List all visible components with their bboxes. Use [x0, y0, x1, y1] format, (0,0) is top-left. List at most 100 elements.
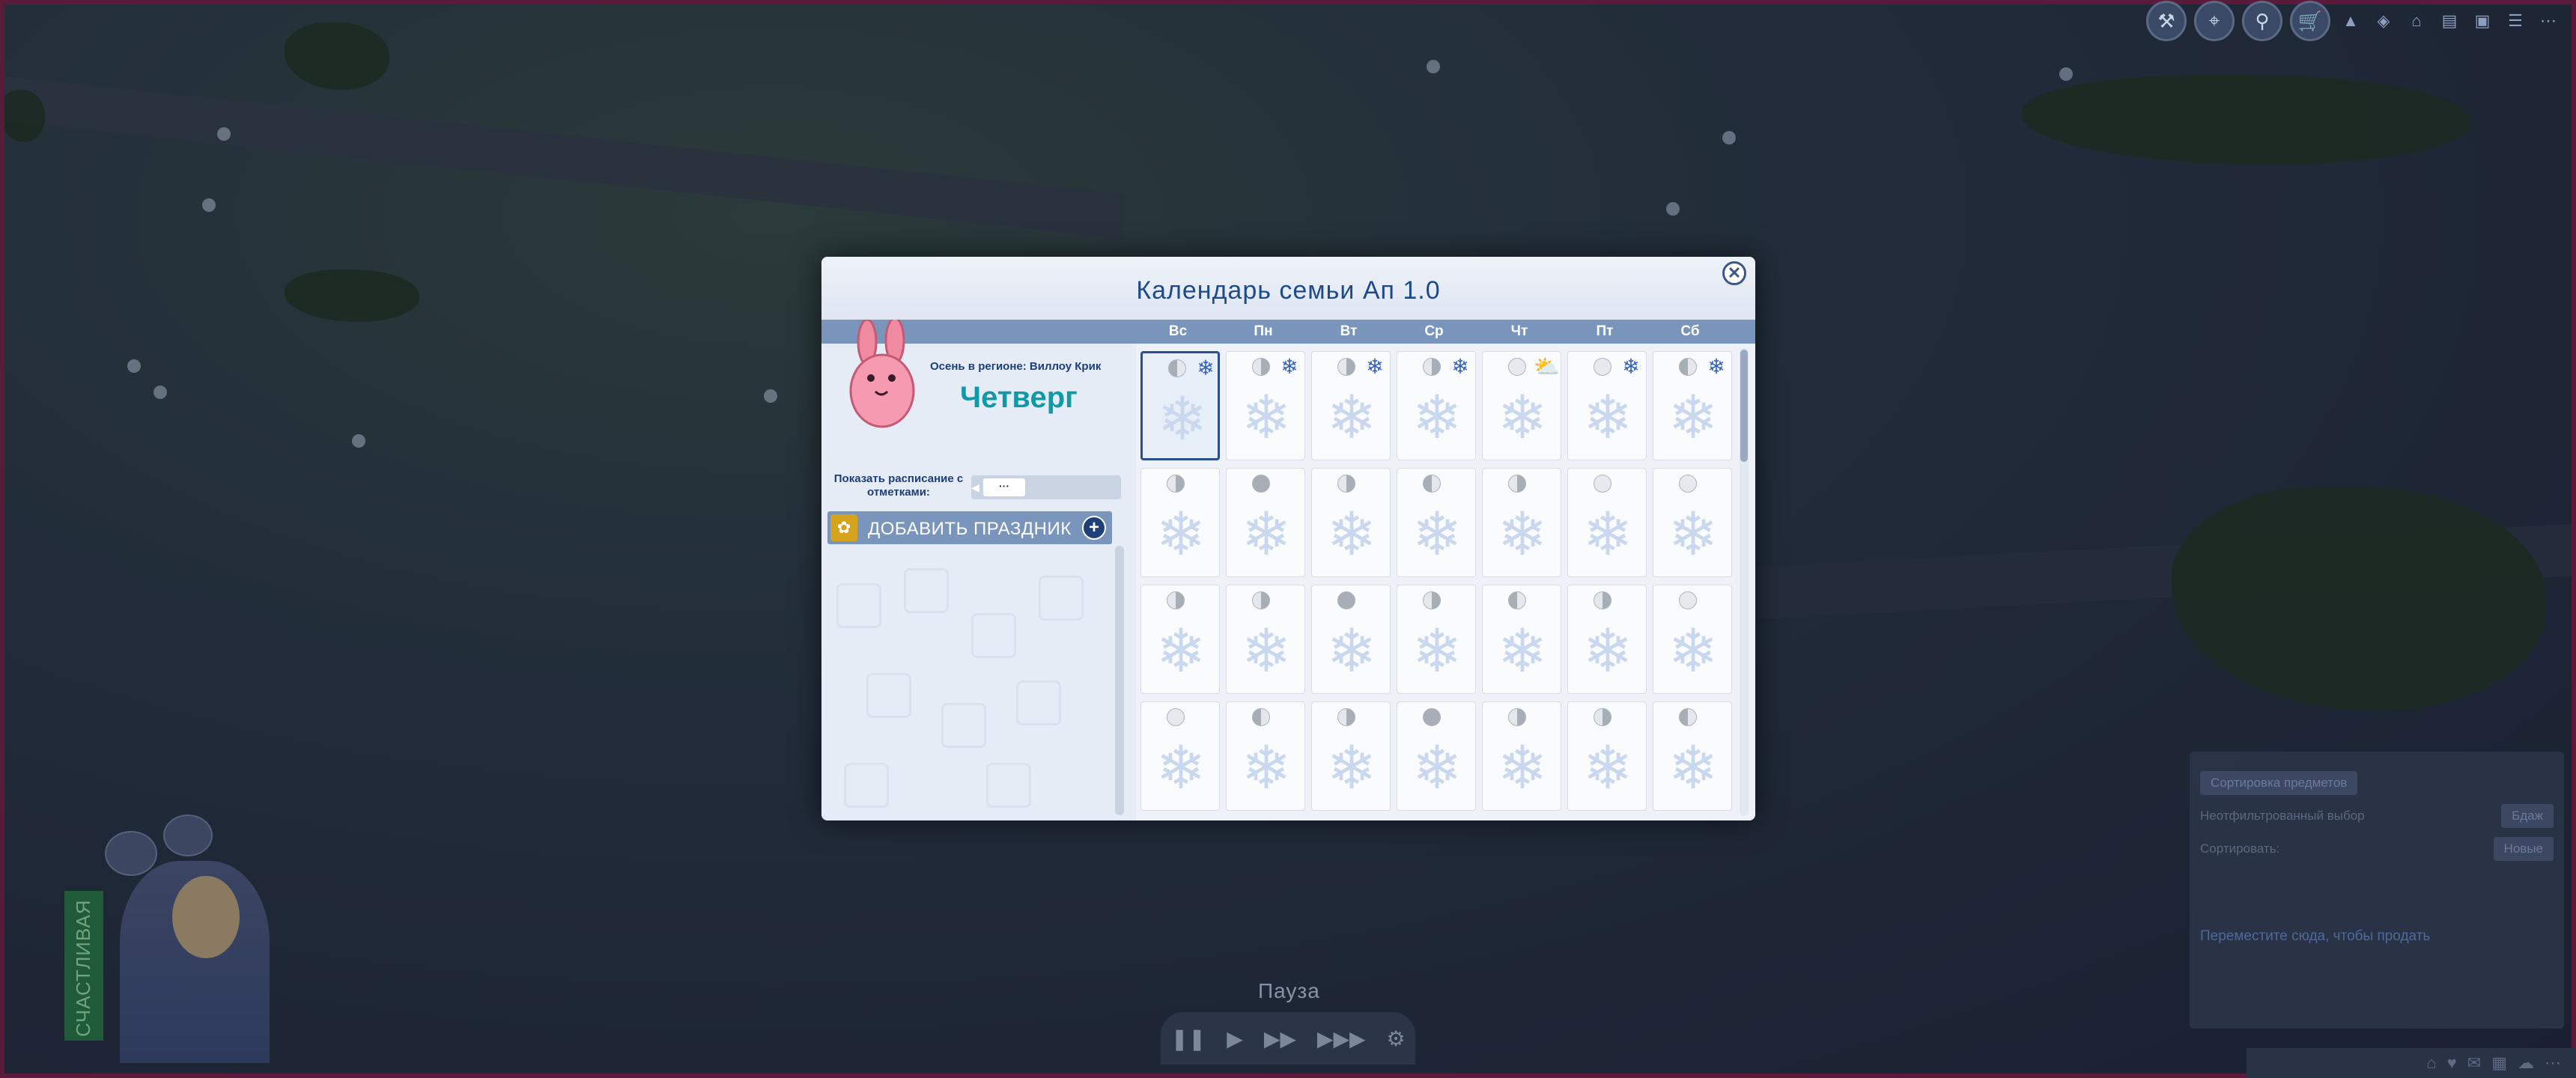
more-options-icon[interactable]: ⋯: [2536, 8, 2561, 34]
snowflake-background-icon: ❄: [1412, 501, 1462, 567]
calendar-day-cell[interactable]: ❄: [1482, 701, 1561, 811]
menu-icon[interactable]: ⋯: [2545, 1053, 2561, 1073]
calendar-day-cell[interactable]: ❄ ❄: [1226, 351, 1305, 460]
moon-phase-icon: [1423, 591, 1441, 609]
snowflake-background-icon: ❄: [1582, 384, 1633, 451]
calendar-day-cell[interactable]: ❄ ⛅: [1482, 351, 1561, 460]
thought-bubble-small-icon: [163, 814, 213, 856]
calendar-day-cell[interactable]: ❄: [1311, 701, 1391, 811]
calendar-day-cell[interactable]: ❄: [1567, 701, 1647, 811]
dialog-title: Календарь семьи Ап 1.0: [1136, 276, 1441, 305]
snow-weather-icon[interactable]: ❄: [1363, 355, 1387, 379]
plus-icon[interactable]: +: [1082, 516, 1106, 540]
left-pane-scrollbar[interactable]: [1115, 546, 1124, 815]
day-header-sat: Сб: [1680, 323, 1700, 339]
snowflake-background-icon: ❄: [1326, 501, 1377, 567]
household-icon[interactable]: ⌂: [2426, 1053, 2436, 1073]
snowflake-background-icon: ❄: [1241, 734, 1292, 801]
pause-button-icon[interactable]: ❚❚: [1170, 1026, 1206, 1051]
career-icon[interactable]: ✉: [2467, 1053, 2481, 1073]
calendar-day-cell[interactable]: ❄: [1226, 468, 1305, 577]
calendar-day-cell[interactable]: ❄ ❄: [1140, 351, 1220, 460]
calendar-day-cell[interactable]: ❄: [1140, 585, 1220, 694]
calendar-day-cell[interactable]: ❄: [1226, 701, 1305, 811]
moon-phase-icon: [1594, 358, 1611, 376]
holiday-icon: ✿: [830, 514, 857, 541]
day-header-mon: Пн: [1254, 323, 1273, 339]
calendar-day-cell[interactable]: ❄: [1653, 468, 1732, 577]
fast-forward-icon[interactable]: ▶▶: [1264, 1026, 1296, 1051]
calendar-day-cell[interactable]: ❄: [1653, 585, 1732, 694]
sim-avatar: [172, 876, 240, 958]
calendar-day-cell[interactable]: ❄ ❄: [1397, 351, 1476, 460]
chat-icon[interactable]: ☁: [2518, 1053, 2534, 1073]
close-button[interactable]: ✕: [1722, 261, 1746, 285]
bottom-hud-strip: ⌂ ♥ ✉ ▦ ☁ ⋯: [2247, 1048, 2576, 1078]
location-pin-icon[interactable]: ⚲: [2242, 1, 2282, 41]
house-icon[interactable]: ⌂: [2404, 8, 2429, 34]
show-schedule-label: Показать расписание с отметками:: [833, 472, 964, 499]
play-button-icon[interactable]: ▶: [1227, 1026, 1243, 1051]
filter-value[interactable]: Бдаж: [2501, 804, 2554, 828]
settings-gear-icon[interactable]: ⚙: [1387, 1026, 1406, 1051]
moon-phase-icon: [1252, 708, 1270, 726]
day-of-week-header: Вс Пн Вт Ср Чт Пт Сб: [821, 320, 1755, 344]
filter-label: Неотфильтрованный выбор: [2200, 808, 2365, 823]
camera-up-icon[interactable]: ▲: [2338, 8, 2363, 34]
calendar-day-cell[interactable]: ❄: [1567, 468, 1647, 577]
calendar-day-cell[interactable]: ❄: [1482, 468, 1561, 577]
snowflake-background-icon: ❄: [1241, 618, 1292, 684]
floor-icon[interactable]: ▤: [2437, 8, 2462, 34]
calendar-day-cell[interactable]: ❄: [1140, 701, 1220, 811]
moon-phase-icon: [1423, 475, 1441, 493]
sort-by-select[interactable]: Новые: [2493, 837, 2554, 861]
calendar-day-cell[interactable]: ❄: [1653, 701, 1732, 811]
calendar-day-cell[interactable]: ❄ ❄: [1653, 351, 1732, 460]
calendar-day-cell[interactable]: ❄ ❄: [1311, 351, 1391, 460]
sell-drop-hint[interactable]: Переместите сюда, чтобы продать: [2200, 928, 2554, 945]
add-holiday-label: ДОБАВИТЬ ПРАЗДНИК: [868, 519, 1072, 539]
season-region-text: Осень в регионе: Виллоу Крик: [930, 360, 1102, 373]
snow-weather-icon[interactable]: ❄: [1619, 355, 1643, 379]
calendar-day-cell[interactable]: ❄: [1397, 701, 1476, 811]
snowflake-background-icon: ❄: [1155, 618, 1206, 684]
relationships-icon[interactable]: ♥: [2447, 1053, 2457, 1073]
calendar-day-cell[interactable]: ❄: [1397, 585, 1476, 694]
world-map-icon[interactable]: ⌖: [2194, 1, 2235, 41]
snow-weather-icon[interactable]: ❄: [1448, 355, 1472, 379]
calendar-day-cell[interactable]: ❄: [1140, 468, 1220, 577]
moon-phase-icon: [1679, 591, 1697, 609]
snowflake-background-icon: ❄: [1241, 384, 1292, 451]
calendar-day-cell[interactable]: ❄: [1311, 585, 1391, 694]
calendar-scrollbar[interactable]: [1740, 348, 1749, 816]
moon-phase-icon: [1252, 591, 1270, 609]
calendar-day-cell[interactable]: ❄ ❄: [1567, 351, 1647, 460]
buy-cart-icon[interactable]: 🛒: [2290, 1, 2330, 41]
moon-phase-icon: [1508, 358, 1526, 376]
ultra-speed-icon[interactable]: ▶▶▶: [1317, 1026, 1366, 1051]
partly-sunny-weather-icon[interactable]: ⛅: [1534, 355, 1560, 379]
calendar-day-cell[interactable]: ❄: [1226, 585, 1305, 694]
snow-weather-icon[interactable]: ❄: [1278, 355, 1301, 379]
snowflake-background-icon: ❄: [1668, 734, 1719, 801]
calendar-grid: ❄ ❄ ❄ ❄ ❄ ❄ ❄ ❄ ❄ ⛅ ❄ ❄ ❄ ❄ ❄ ❄ ❄ ❄ ❄ ❄ ❄ ❄ ❄ ❄ ❄ ❄ ❄ ❄ ❄ ❄ ❄ ❄ ❄ ❄ ❄: [1136, 344, 1755, 820]
calendar-day-cell[interactable]: ❄: [1397, 468, 1476, 577]
add-holiday-button[interactable]: ✿ ДОБАВИТЬ ПРАЗДНИК +: [827, 511, 1112, 544]
gallery-icon[interactable]: ☰: [2503, 8, 2528, 34]
camera-icon[interactable]: ▣: [2470, 8, 2495, 34]
sort-items-label[interactable]: Сортировка предметов: [2200, 771, 2358, 795]
cube-icon[interactable]: ◈: [2371, 8, 2396, 34]
snowflake-background-icon: ❄: [1497, 734, 1548, 801]
snow-weather-icon[interactable]: ❄: [1704, 355, 1728, 379]
schedule-filter-select[interactable]: ◀ ···: [971, 475, 1121, 499]
inventory-icon[interactable]: ▦: [2491, 1053, 2507, 1073]
calendar-day-cell[interactable]: ❄: [1311, 468, 1391, 577]
day-header-sun: Вс: [1168, 323, 1188, 339]
moon-phase-icon: [1337, 475, 1355, 493]
scrollbar-thumb[interactable]: [1740, 350, 1748, 462]
snowflake-background-icon: ❄: [1412, 384, 1462, 451]
snow-weather-icon[interactable]: ❄: [1194, 356, 1218, 380]
build-tools-icon[interactable]: ⚒: [2146, 1, 2187, 41]
calendar-day-cell[interactable]: ❄: [1482, 585, 1561, 694]
calendar-day-cell[interactable]: ❄: [1567, 585, 1647, 694]
